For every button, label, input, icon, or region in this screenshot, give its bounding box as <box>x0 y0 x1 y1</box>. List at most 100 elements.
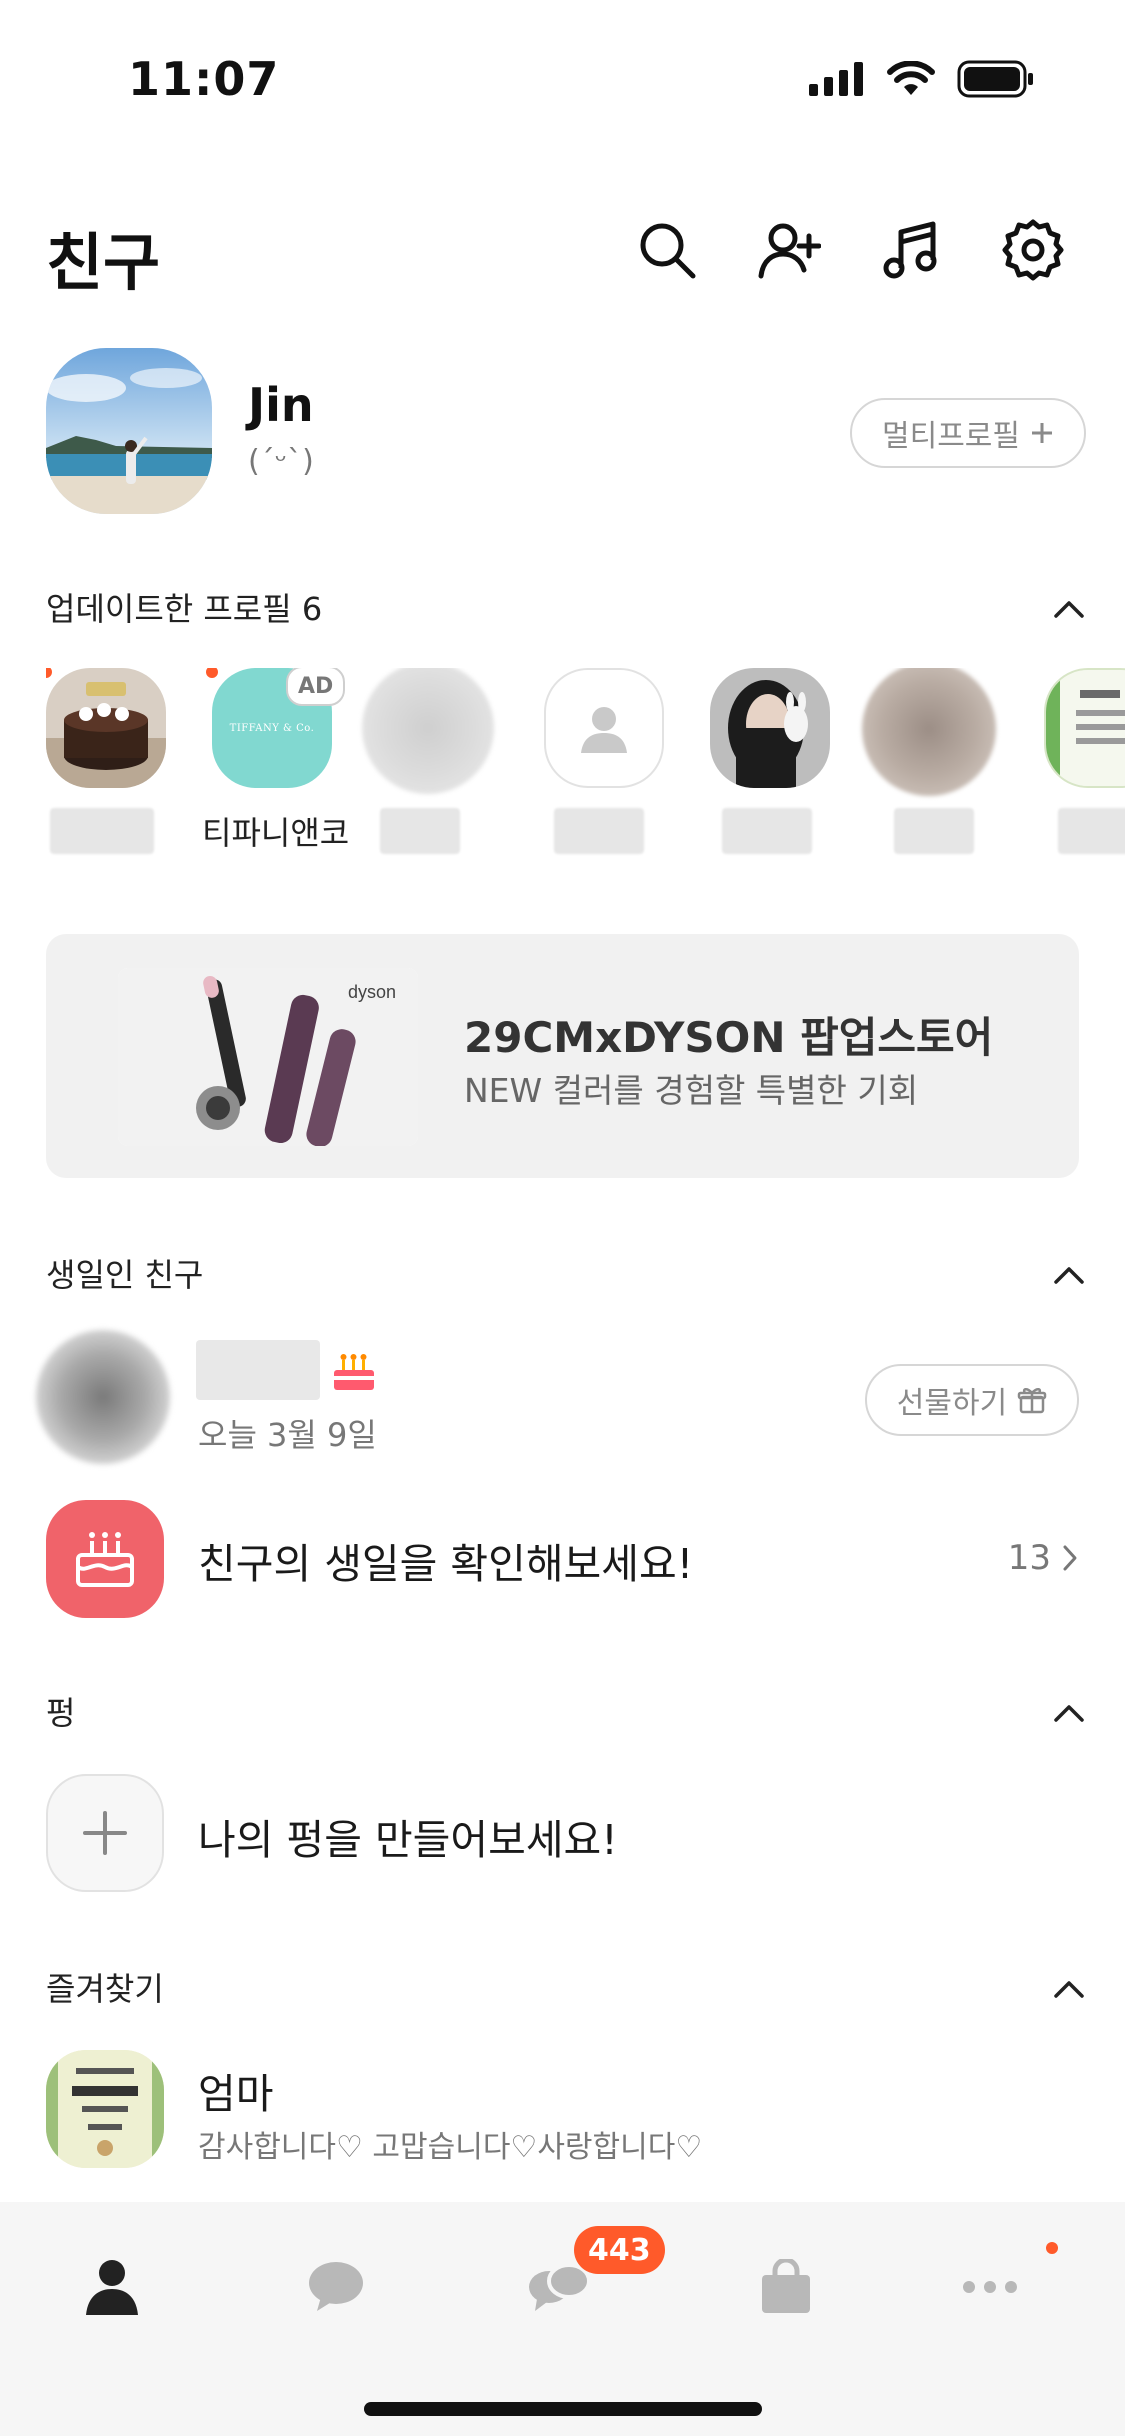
gift-icon <box>1017 1388 1047 1414</box>
cake-photo <box>46 668 166 788</box>
portrait-photo <box>710 668 830 788</box>
updated-profiles-title: 업데이트한 프로필 6 <box>46 590 323 628</box>
banner-title: 29CMxDYSON 팝업스토어 <box>464 1013 994 1062</box>
status-time: 11:07 <box>128 52 280 106</box>
my-profile[interactable]: Jin (´ᵕ`) 멀티프로필 <box>46 348 1086 518</box>
wifi-icon <box>887 61 935 95</box>
card-photo <box>46 2050 164 2168</box>
status-icons <box>809 60 1035 98</box>
shopping-bag-icon <box>762 2259 810 2313</box>
birthday-icon <box>46 1500 164 1618</box>
new-dot <box>46 668 52 678</box>
signal-icon <box>809 62 863 96</box>
updated-profiles-list: TIFFANY & Co. AD 티파니앤코 <box>46 668 1125 868</box>
plus-icon <box>83 1811 127 1855</box>
friend-avatar[interactable] <box>46 2050 164 2168</box>
blurred-name <box>50 808 154 854</box>
music-icon[interactable] <box>879 218 943 282</box>
home-indicator[interactable] <box>364 2402 762 2416</box>
banner-image: dyson <box>118 968 418 1146</box>
profile-avatar[interactable] <box>362 668 494 794</box>
chats-tab[interactable] <box>276 2242 396 2332</box>
header-actions <box>635 218 1065 282</box>
friend-avatar[interactable] <box>36 1330 170 1464</box>
birthday-count-value: 13 <box>1007 1538 1051 1578</box>
ad-banner[interactable]: dyson 29CMxDYSON 팝업스토어 NEW 컬러를 경험할 특별한 기… <box>46 934 1079 1178</box>
check-birthdays-row[interactable]: 친구의 생일을 확인해보세요! 13 <box>46 1498 1079 1618</box>
chevron-up-icon[interactable] <box>1052 1696 1086 1730</box>
blurred-name <box>554 808 644 854</box>
updated-profiles-header[interactable]: 업데이트한 프로필 6 <box>46 584 1086 634</box>
profile-avatar[interactable] <box>862 668 996 796</box>
updated-profile-item[interactable] <box>362 668 494 868</box>
blurred-name <box>196 1340 320 1400</box>
profile-avatar[interactable] <box>46 348 212 514</box>
person-icon <box>581 707 627 753</box>
pung-header[interactable]: 펑 <box>46 1688 1086 1738</box>
check-birthdays-label: 친구의 생일을 확인해보세요! <box>198 1540 694 1588</box>
birthday-cake-icon <box>334 1354 374 1390</box>
favorites-header[interactable]: 즐겨찾기 <box>46 1964 1086 2014</box>
birthday-date: 오늘 3월 9일 <box>198 1416 377 1454</box>
shopping-tab[interactable] <box>726 2242 846 2332</box>
more-tab[interactable] <box>930 2242 1050 2332</box>
cake-icon <box>76 1532 134 1587</box>
unread-badge: 443 <box>574 2226 665 2274</box>
chevron-up-icon[interactable] <box>1052 1972 1086 2006</box>
plus-icon <box>1032 423 1052 443</box>
tiffany-logo-text: TIFFANY & Co. <box>229 722 315 734</box>
ad-badge: AD <box>286 668 346 706</box>
birthday-friend-row[interactable]: 오늘 3월 9일 선물하기 <box>36 1330 1079 1470</box>
birthday-title: 생일인 친구 <box>46 1256 204 1294</box>
updated-profile-item[interactable] <box>862 668 996 868</box>
gift-label: 선물하기 <box>896 1386 1008 1421</box>
friends-tab[interactable] <box>52 2242 172 2332</box>
profile-name: 티파니앤코 <box>202 814 350 852</box>
create-pung-row[interactable]: 나의 펑을 만들어보세요! <box>46 1774 1079 1894</box>
add-pung-button[interactable] <box>46 1774 164 1892</box>
favorite-friend-row[interactable]: 엄마 감사합니다♡ 고맙습니다♡사랑합니다♡ <box>46 2050 1079 2170</box>
chevron-right-icon <box>1063 1545 1077 1571</box>
new-dot <box>206 668 218 678</box>
friend-status: 감사합니다♡ 고맙습니다♡사랑합니다♡ <box>198 2130 703 2165</box>
page-title: 친구 <box>46 226 161 299</box>
chevron-up-icon[interactable] <box>1052 592 1086 626</box>
create-pung-label: 나의 펑을 만들어보세요! <box>198 1816 618 1864</box>
gift-button[interactable]: 선물하기 <box>865 1364 1079 1436</box>
search-icon[interactable] <box>635 218 699 282</box>
multi-profile-button[interactable]: 멀티프로필 <box>850 398 1086 468</box>
profile-avatar[interactable] <box>1044 668 1125 788</box>
bottom-tab-bar: 443 <box>0 2202 1125 2436</box>
card-photo <box>1046 670 1125 786</box>
blurred-name <box>894 808 974 854</box>
blurred-name <box>1058 808 1125 854</box>
birthday-count[interactable]: 13 <box>1008 1538 1079 1578</box>
profile-avatar[interactable] <box>46 668 166 788</box>
battery-icon <box>957 60 1033 98</box>
add-friend-icon[interactable] <box>757 218 821 282</box>
more-dots-icon <box>963 2281 1017 2293</box>
default-avatar[interactable] <box>544 668 664 788</box>
blurred-name <box>722 808 812 854</box>
beach-photo <box>46 348 212 514</box>
banner-subtitle: NEW 컬러를 경험할 특별한 기회 <box>464 1071 919 1110</box>
updated-profile-item[interactable]: TIFFANY & Co. AD 티파니앤코 <box>202 668 349 868</box>
person-icon <box>86 2260 138 2315</box>
dyson-product-image: dyson <box>118 968 418 1146</box>
settings-icon[interactable] <box>1001 218 1065 282</box>
profile-avatar[interactable] <box>710 668 830 788</box>
updated-profile-item[interactable] <box>1044 668 1125 868</box>
profile-status: (´ᵕ`) <box>248 444 314 479</box>
chat-bubble-icon <box>309 2262 363 2311</box>
updated-profile-item[interactable] <box>710 668 836 868</box>
updated-profile-item[interactable] <box>544 668 670 868</box>
dyson-logo-text: dyson <box>348 982 396 1002</box>
new-dot <box>1046 2242 1058 2254</box>
chevron-up-icon[interactable] <box>1052 1258 1086 1292</box>
profile-name: Jin <box>248 378 314 432</box>
birthday-header[interactable]: 생일인 친구 <box>46 1250 1086 1300</box>
updated-profile-item[interactable] <box>46 668 172 868</box>
multi-profile-label: 멀티프로필 <box>882 419 1020 454</box>
header: 친구 <box>0 200 1125 300</box>
status-bar: 11:07 <box>0 0 1125 150</box>
